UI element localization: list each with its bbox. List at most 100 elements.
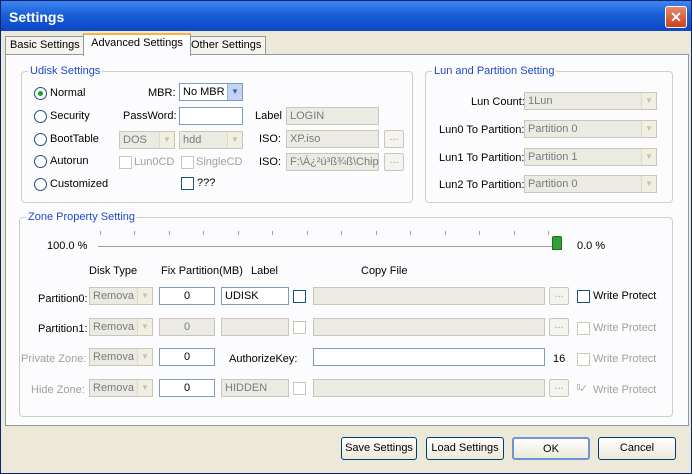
load-settings-button[interactable]: Load Settings bbox=[426, 437, 504, 460]
partition0-label-input[interactable]: UDISK bbox=[221, 287, 289, 305]
slider-left-percent: 100.0 % bbox=[47, 240, 88, 252]
chevron-down-icon: ▼ bbox=[137, 349, 152, 365]
chevron-down-icon: ▼ bbox=[227, 132, 242, 148]
header-label: Label bbox=[251, 265, 278, 277]
mode-autorun-label: Autorun bbox=[50, 155, 89, 167]
partition1-label-input[interactable] bbox=[221, 318, 289, 336]
slider-tick bbox=[272, 231, 273, 235]
partition0-size-input[interactable]: 0 bbox=[159, 287, 215, 305]
udisk-label-input[interactable]: LOGIN bbox=[286, 107, 379, 125]
lun2-partition-label: Lun2 To Partition: bbox=[439, 179, 525, 191]
tab-advanced-settings[interactable]: Advanced Settings bbox=[83, 33, 191, 56]
lun0-partition-value: Partition 0 bbox=[528, 123, 578, 135]
mode-customized-radio[interactable] bbox=[34, 178, 47, 191]
mbr-select-value: No MBR bbox=[183, 86, 225, 98]
slider-tick bbox=[548, 231, 549, 235]
hide-zone-copy-file-input[interactable] bbox=[313, 379, 545, 397]
iso1-input[interactable]: XP.iso bbox=[286, 130, 379, 148]
mode-security-radio[interactable] bbox=[34, 110, 47, 123]
iso2-input[interactable]: F:\Á¿²ú³ß¾ß\Chip bbox=[286, 153, 379, 171]
chevron-down-icon: ▼ bbox=[641, 149, 656, 165]
lun-count-value: 1Lun bbox=[528, 95, 553, 107]
lun-count-label: Lun Count: bbox=[471, 96, 525, 108]
partition1-browse-button[interactable]: ... bbox=[549, 318, 569, 336]
slider-tick bbox=[307, 231, 308, 235]
unknown-checkbox[interactable] bbox=[181, 177, 194, 190]
mode-security-label: Security bbox=[50, 110, 90, 122]
partition1-write-protect-checkbox[interactable] bbox=[577, 322, 590, 335]
private-zone-write-protect-label: Write Protect bbox=[593, 353, 657, 365]
partition0-copy-checkbox[interactable] bbox=[293, 290, 306, 303]
partition0-label: Partition0: bbox=[38, 293, 88, 305]
private-zone-disk-type-value: Remova bbox=[93, 351, 134, 363]
chevron-down-icon: ▼ bbox=[137, 319, 152, 335]
partition0-copy-file-input[interactable] bbox=[313, 287, 545, 305]
chevron-down-icon: ▼ bbox=[227, 84, 242, 100]
tab-other-settings[interactable]: Other Settings bbox=[186, 36, 267, 54]
private-zone-disk-type-select[interactable]: Remova ▼ bbox=[89, 348, 153, 366]
lun2-partition-select[interactable]: Partition 0 ▼ bbox=[524, 175, 657, 193]
singlecd-checkbox[interactable] bbox=[181, 156, 194, 169]
title-bar[interactable]: Settings ✕ bbox=[1, 1, 691, 31]
partition0-write-protect-label: Write Protect bbox=[593, 290, 657, 302]
close-icon: ✕ bbox=[670, 9, 682, 25]
window-title: Settings bbox=[9, 9, 65, 25]
partition-slider-track[interactable] bbox=[98, 246, 558, 250]
iso1-browse-button[interactable]: ... bbox=[384, 130, 404, 148]
iso1-label: ISO: bbox=[259, 133, 282, 145]
zone-property-legend: Zone Property Setting bbox=[28, 211, 136, 223]
lun1-partition-select[interactable]: Partition 1 ▼ bbox=[524, 148, 657, 166]
slider-tick bbox=[134, 231, 135, 235]
cancel-button[interactable]: Cancel bbox=[598, 437, 676, 460]
boot-device-select[interactable]: hdd ▼ bbox=[179, 131, 243, 149]
partition1-copy-checkbox[interactable] bbox=[293, 321, 306, 334]
lun0-partition-select[interactable]: Partition 0 ▼ bbox=[524, 120, 657, 138]
header-copy-file: Copy File bbox=[361, 265, 408, 277]
hide-zone-copy-checkbox[interactable] bbox=[293, 382, 306, 395]
iso2-browse-button[interactable]: ... bbox=[384, 153, 404, 171]
partition1-size-input[interactable]: 0 bbox=[159, 318, 215, 336]
slider-tick bbox=[100, 231, 101, 235]
hide-zone-size-input[interactable]: 0 bbox=[159, 379, 215, 397]
tab-basic-settings[interactable]: Basic Settings bbox=[5, 36, 85, 54]
mode-normal-label: Normal bbox=[50, 87, 86, 99]
save-settings-button[interactable]: Save Settings bbox=[341, 437, 417, 460]
iso2-label: ISO: bbox=[259, 156, 282, 168]
private-zone-size-input[interactable]: 0 bbox=[159, 348, 215, 366]
lun0-partition-label: Lun0 To Partition: bbox=[439, 124, 525, 136]
authorize-key-input[interactable] bbox=[313, 348, 545, 366]
mode-autorun-radio[interactable] bbox=[34, 155, 47, 168]
hide-zone-label-input[interactable]: HIDDEN bbox=[221, 379, 289, 397]
header-disk-type: Disk Type bbox=[89, 265, 138, 277]
chevron-down-icon: ▼ bbox=[137, 380, 152, 396]
mode-normal-radio[interactable] bbox=[34, 87, 47, 100]
mbr-select[interactable]: No MBR ▼ bbox=[179, 83, 243, 101]
partition0-browse-button[interactable]: ... bbox=[549, 287, 569, 305]
header-fix-partition: Fix Partition(MB) bbox=[161, 265, 243, 277]
partition1-disk-type-select[interactable]: Remova ▼ bbox=[89, 318, 153, 336]
authorize-key-label: AuthorizeKey: bbox=[229, 353, 298, 365]
partition0-disk-type-value: Remova bbox=[93, 290, 134, 302]
hide-zone-disk-type-value: Remova bbox=[93, 382, 134, 394]
private-zone-write-protect-checkbox[interactable] bbox=[577, 353, 590, 366]
hide-zone-write-protect-checkbox[interactable] bbox=[577, 382, 588, 395]
partition1-copy-file-input[interactable] bbox=[313, 318, 545, 336]
mode-boottable-radio[interactable] bbox=[34, 133, 47, 146]
partition1-write-protect-label: Write Protect bbox=[593, 322, 657, 334]
lun-count-select[interactable]: 1Lun ▼ bbox=[524, 92, 657, 110]
lun0cd-checkbox[interactable] bbox=[119, 156, 132, 169]
slider-tick bbox=[410, 231, 411, 235]
boot-os-select[interactable]: DOS ▼ bbox=[119, 131, 175, 149]
ok-button[interactable]: OK bbox=[512, 437, 590, 460]
hide-zone-disk-type-select[interactable]: Remova ▼ bbox=[89, 379, 153, 397]
boot-device-select-value: hdd bbox=[183, 134, 202, 146]
partition0-disk-type-select[interactable]: Remova ▼ bbox=[89, 287, 153, 305]
password-input[interactable] bbox=[179, 107, 243, 125]
partition0-write-protect-checkbox[interactable] bbox=[577, 290, 590, 303]
partition-slider-thumb[interactable] bbox=[552, 236, 562, 250]
udisk-settings-legend: Udisk Settings bbox=[30, 65, 101, 77]
slider-tick bbox=[479, 231, 480, 235]
close-button[interactable]: ✕ bbox=[665, 6, 687, 28]
hide-zone-browse-button[interactable]: ... bbox=[549, 379, 569, 397]
mode-boottable-label: BootTable bbox=[50, 133, 99, 145]
